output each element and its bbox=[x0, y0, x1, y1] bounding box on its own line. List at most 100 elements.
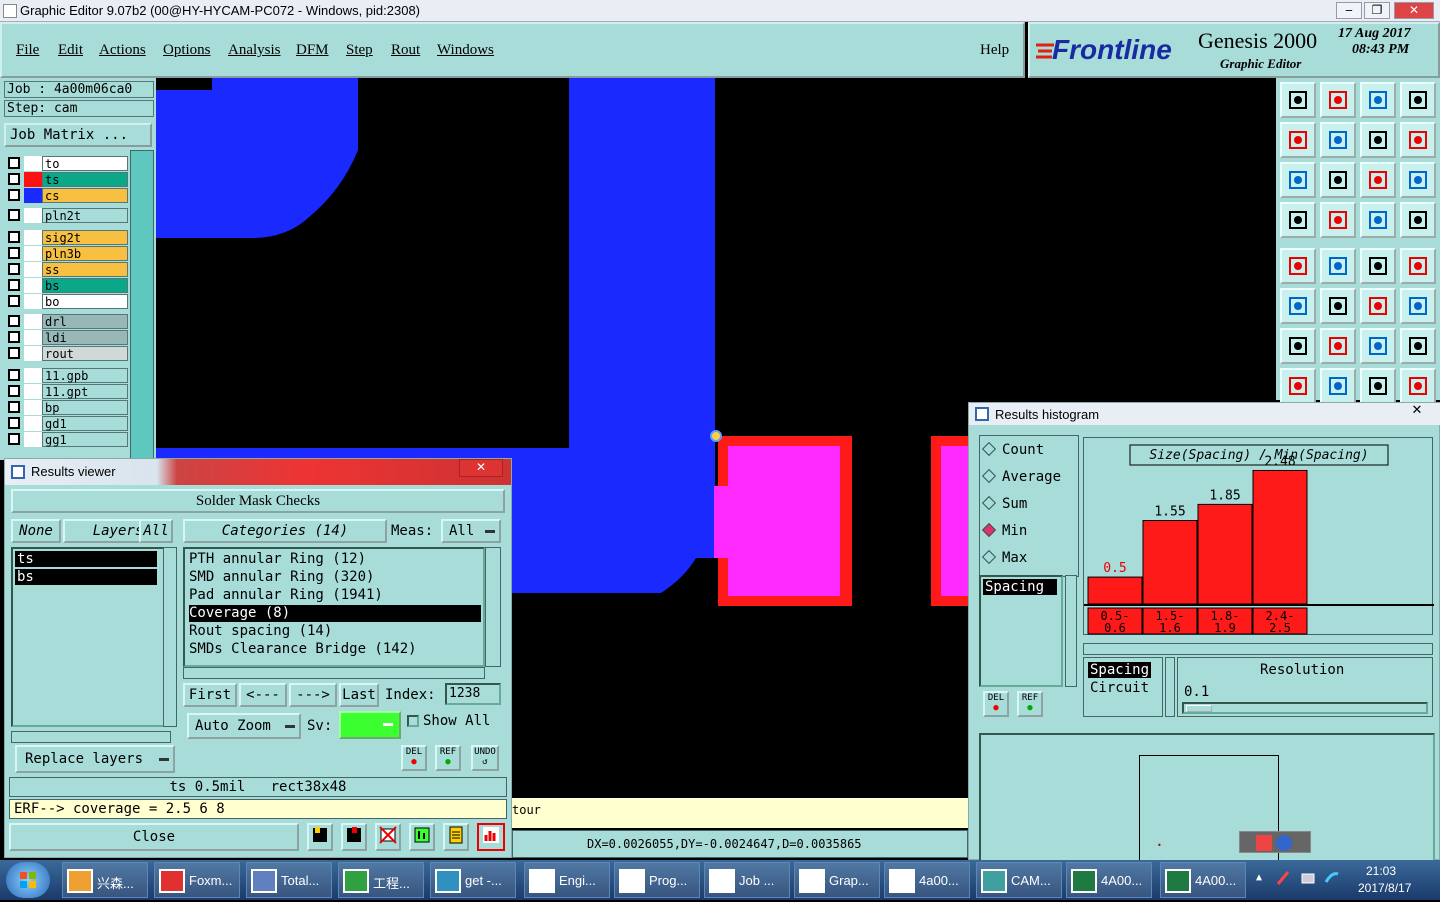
layer-row-ss[interactable]: ss bbox=[4, 262, 128, 277]
layer-row-to[interactable]: to bbox=[4, 156, 128, 171]
snap-icon[interactable] bbox=[1360, 202, 1396, 238]
measure-spacing[interactable]: Spacing bbox=[983, 579, 1057, 595]
layer-row-pln3b[interactable]: pln3b bbox=[4, 246, 128, 261]
select-icon[interactable] bbox=[1280, 368, 1316, 404]
layer-name[interactable]: to bbox=[42, 156, 128, 171]
layer-checkbox[interactable] bbox=[8, 263, 20, 275]
layer-name[interactable]: gg1 bbox=[42, 432, 128, 447]
layer-checkbox[interactable] bbox=[8, 401, 20, 413]
ruler-icon[interactable] bbox=[1360, 248, 1396, 284]
menu-step[interactable]: Step bbox=[346, 42, 373, 59]
taskbar-item[interactable]: Grap... bbox=[794, 862, 880, 898]
zoom-out-icon[interactable] bbox=[1320, 122, 1356, 158]
prev-button[interactable]: <--- bbox=[239, 683, 287, 707]
layer-row-cs[interactable]: cs bbox=[4, 188, 128, 203]
highlight-icon[interactable] bbox=[409, 823, 435, 851]
window-icon[interactable] bbox=[1400, 82, 1436, 118]
menu-analysis[interactable]: Analysis bbox=[228, 42, 281, 59]
taskbar-item[interactable]: Prog... bbox=[614, 862, 700, 898]
layer-row-bs[interactable]: bs bbox=[4, 278, 128, 293]
layer-name[interactable]: ldi bbox=[42, 330, 128, 345]
delete-results-icon[interactable] bbox=[375, 823, 401, 851]
histogram-option-list[interactable]: Spacing Circuit bbox=[1083, 657, 1163, 717]
layer-checkbox[interactable] bbox=[8, 417, 20, 429]
category-item[interactable]: SMD annular Ring (320) bbox=[189, 569, 481, 586]
report-icon[interactable] bbox=[307, 823, 333, 851]
minimize-button[interactable]: ‒ bbox=[1336, 2, 1362, 19]
layer-row-11-gpb[interactable]: 11.gpb bbox=[4, 368, 128, 383]
menu-help[interactable]: Help bbox=[980, 42, 1009, 59]
route-icon[interactable] bbox=[1400, 288, 1436, 324]
histogram-del-button[interactable]: DEL ● bbox=[983, 691, 1009, 717]
layer-checkbox[interactable] bbox=[8, 231, 20, 243]
list-icon[interactable] bbox=[1400, 122, 1436, 158]
category-item[interactable]: PTH annular Ring (12) bbox=[189, 551, 481, 568]
taskbar-item[interactable]: Total... bbox=[246, 862, 332, 898]
result-layer-ts[interactable]: ts bbox=[15, 551, 157, 567]
taskbar-item[interactable]: 4A00... bbox=[1066, 862, 1152, 898]
resize-icon[interactable] bbox=[1360, 368, 1396, 404]
layer-checkbox[interactable] bbox=[8, 157, 20, 169]
replace-layers-select[interactable]: Replace layers bbox=[15, 745, 175, 773]
taskbar-item[interactable]: CAM... bbox=[976, 862, 1062, 898]
layers-icon[interactable] bbox=[1360, 82, 1396, 118]
taskbar-item[interactable]: get -... bbox=[430, 862, 516, 898]
menu-file[interactable]: File bbox=[16, 42, 39, 59]
center-icon[interactable] bbox=[1320, 162, 1356, 198]
snap-on-icon[interactable] bbox=[1400, 202, 1436, 238]
meas-select[interactable]: All bbox=[441, 519, 501, 543]
option-list-scrollbar[interactable] bbox=[1165, 657, 1175, 717]
layer-name[interactable]: cs bbox=[42, 188, 128, 203]
layer-name[interactable]: pln3b bbox=[42, 246, 128, 261]
categories-hscrollbar[interactable] bbox=[183, 667, 485, 679]
histogram-measure-list[interactable]: Spacing bbox=[979, 575, 1063, 687]
mode-count[interactable]: Count bbox=[981, 441, 1044, 458]
taskbar-item[interactable]: Job ... bbox=[704, 862, 790, 898]
pad-icon[interactable] bbox=[1280, 248, 1316, 284]
layer-name[interactable]: gd1 bbox=[42, 416, 128, 431]
layer-row-ts[interactable]: ts bbox=[4, 172, 128, 187]
mode-average[interactable]: Average bbox=[981, 468, 1061, 485]
load-icon[interactable] bbox=[1320, 82, 1356, 118]
layer-name[interactable]: sig2t bbox=[42, 230, 128, 245]
menu-actions[interactable]: Actions bbox=[99, 42, 146, 59]
layer-checkbox[interactable] bbox=[8, 189, 20, 201]
layer-row-11-gpt[interactable]: 11.gpt bbox=[4, 384, 128, 399]
layer-name[interactable]: bp bbox=[42, 400, 128, 415]
layer-name[interactable]: bs bbox=[42, 278, 128, 293]
tray-app-icon[interactable] bbox=[1324, 870, 1340, 886]
histogram-icon[interactable] bbox=[477, 823, 505, 851]
mode-max[interactable]: Max bbox=[981, 549, 1027, 566]
layer-checkbox[interactable] bbox=[8, 369, 20, 381]
resolution-slider[interactable] bbox=[1182, 702, 1428, 714]
category-item[interactable]: Pad annular Ring (1941) bbox=[189, 587, 481, 604]
categories-list[interactable]: PTH annular Ring (12) SMD annular Ring (3… bbox=[183, 547, 485, 667]
layer-name[interactable]: 11.gpt bbox=[42, 384, 128, 399]
layer-name[interactable]: bo bbox=[42, 294, 128, 309]
fit-icon[interactable] bbox=[1280, 162, 1316, 198]
results-viewer-close-icon[interactable]: ✕ bbox=[459, 459, 503, 477]
mode-min[interactable]: Min bbox=[981, 522, 1027, 539]
mirror-icon[interactable] bbox=[1400, 328, 1436, 364]
layer-name[interactable]: ss bbox=[42, 262, 128, 277]
del-button[interactable]: DEL ● bbox=[401, 745, 427, 771]
dot-icon[interactable] bbox=[1400, 248, 1436, 284]
zoom-in-icon[interactable] bbox=[1280, 122, 1316, 158]
measure-icon[interactable] bbox=[1280, 202, 1316, 238]
tray-network-icon[interactable] bbox=[1300, 870, 1316, 886]
layer-row-ldi[interactable]: ldi bbox=[4, 330, 128, 345]
layer-checkbox[interactable] bbox=[8, 331, 20, 343]
connect-icon[interactable] bbox=[1360, 288, 1396, 324]
taskbar-item[interactable]: 4a00... bbox=[884, 862, 970, 898]
maximize-button[interactable]: ❐ bbox=[1364, 2, 1390, 19]
menu-options[interactable]: Options bbox=[163, 42, 211, 59]
link-icon[interactable] bbox=[1280, 288, 1316, 324]
taskbar-item[interactable]: 4A00... bbox=[1160, 862, 1246, 898]
menu-dfm[interactable]: DFM bbox=[296, 42, 329, 59]
export-icon[interactable] bbox=[341, 823, 367, 851]
layer-results-scrollbar[interactable] bbox=[163, 547, 177, 727]
layer-list-scrollbar[interactable] bbox=[130, 150, 154, 460]
s-icon[interactable] bbox=[1256, 835, 1272, 851]
layer-checkbox[interactable] bbox=[8, 433, 20, 445]
layer-results-list[interactable]: ts bs bbox=[11, 547, 171, 727]
